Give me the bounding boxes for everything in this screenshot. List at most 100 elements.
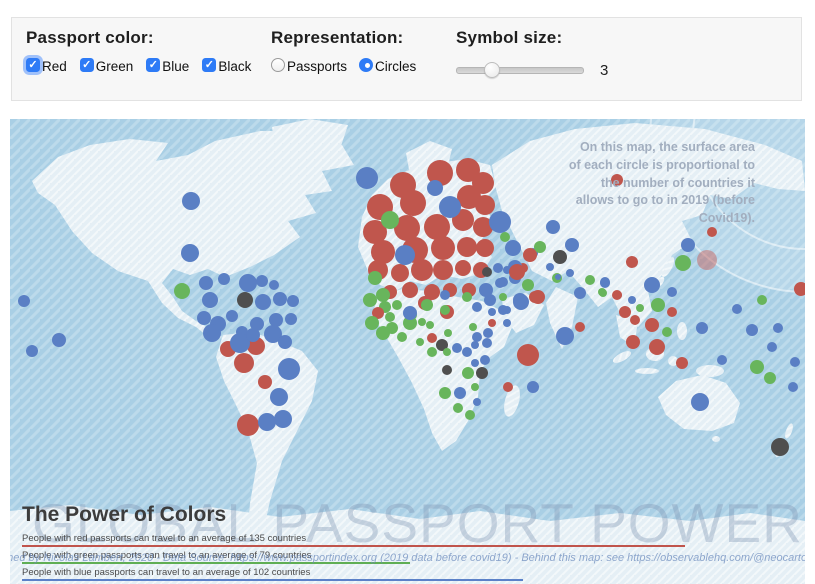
country-circle [717,355,727,365]
country-circle [475,195,495,215]
symbol-size-group: Symbol size: 3 [456,28,608,79]
country-circle [442,365,452,375]
passport-color-options: ✓ Red ✓ Green ✓ Blue ✓ Black [26,57,264,72]
country-circle [626,256,638,268]
attribution-text: Designed by Nicolas Lambert, 2020 - Data… [10,552,805,564]
checkbox-green-box[interactable]: ✓ [80,58,94,72]
country-circle [472,332,482,342]
country-circle [788,382,798,392]
country-circle [237,414,259,436]
country-circle [556,327,574,345]
land-tasmania [712,436,720,442]
passport-color-group: Passport color: ✓ Red ✓ Green ✓ Blue ✓ B… [26,28,264,72]
country-circle [473,398,481,406]
country-circle [403,306,417,320]
country-circle [454,387,466,399]
country-circle [696,322,708,334]
country-circle [365,316,379,330]
slider-thumb[interactable] [484,62,500,78]
check-icon: ✓ [82,58,91,72]
country-circle [427,180,443,196]
country-circle [471,359,479,367]
country-circle [237,292,253,308]
country-circle [376,288,390,302]
representation-group: Representation: Passports Circles [271,28,428,72]
country-circle [455,260,471,276]
symbol-size-slider[interactable] [456,67,584,74]
country-circle [181,244,199,262]
checkbox-blue[interactable]: ✓ Blue [146,57,189,72]
country-circle [771,438,789,456]
country-circle [651,298,665,312]
country-circle [440,305,450,315]
radio-circles-label: Circles [375,59,416,74]
country-circle [630,315,640,325]
representation-label: Representation: [271,28,428,48]
checkbox-red-box[interactable]: ✓ [26,58,40,72]
country-circle [368,271,382,285]
checkbox-black[interactable]: ✓ Black [202,57,251,72]
check-icon: ✓ [149,58,158,72]
radio-circles[interactable]: Circles [359,57,416,72]
country-circle [619,306,631,318]
country-circle [234,353,254,373]
symbol-size-label: Symbol size: [456,28,608,48]
country-circle [400,190,426,216]
country-circle [645,318,659,332]
country-circle [385,312,395,322]
country-circle [26,345,38,357]
country-circle [52,333,66,347]
country-circle [636,304,644,312]
checkbox-blue-label: Blue [162,59,189,74]
country-circle [416,338,424,346]
country-circle [599,289,607,297]
country-circle [421,299,433,311]
symbol-size-row: 3 [456,62,608,79]
country-circle [427,347,437,357]
country-circle [479,283,493,297]
check-icon: ✓ [28,58,37,72]
country-circle [503,319,511,327]
country-circle [523,248,537,262]
radio-passports-circle[interactable] [271,58,285,72]
country-circle [662,327,672,337]
checkbox-red-label: Red [42,59,67,74]
map-annotation: On this map, the surface area of each ci… [565,139,755,228]
country-circle [226,310,238,322]
country-circle [174,283,190,299]
country-circle [199,276,213,290]
country-circle [457,237,477,257]
checkbox-black-box[interactable]: ✓ [202,58,216,72]
country-circle [278,358,300,380]
country-circle [697,250,717,270]
country-circle [18,295,30,307]
country-circle [218,273,230,285]
country-circle [202,292,218,308]
country-circle [495,278,505,288]
country-circle [418,318,426,326]
country-circle [482,338,492,348]
country-circle [575,322,585,332]
checkbox-blue-box[interactable]: ✓ [146,58,160,72]
checkbox-green[interactable]: ✓ Green [80,57,134,72]
country-circle [626,335,640,349]
radio-passports[interactable]: Passports [271,57,347,72]
country-circle [764,372,776,384]
stat-blue-line [22,579,523,581]
radio-circles-circle[interactable] [359,58,373,72]
country-circle [471,383,479,391]
country-circle [452,343,462,353]
country-circle [287,295,299,307]
country-circle [427,333,437,343]
land-java [635,368,659,374]
checkbox-red[interactable]: ✓ Red [26,57,67,72]
country-circle [381,211,399,229]
country-circle [356,167,378,189]
country-circle [675,255,691,271]
country-circle [522,279,534,291]
country-circle [553,250,567,264]
country-circle [411,259,433,281]
country-circle [182,192,200,210]
country-circle [667,307,677,317]
representation-options: Passports Circles [271,57,428,72]
